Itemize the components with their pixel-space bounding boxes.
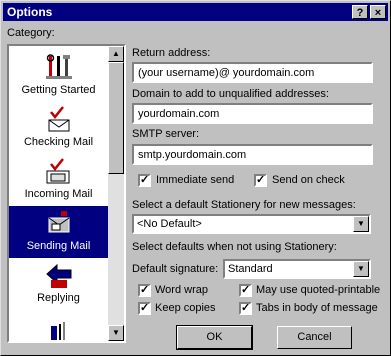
domain-label: Domain to add to unqualified addresses: <box>132 88 329 100</box>
category-item-getting-started[interactable]: Getting Started <box>9 50 108 102</box>
return-address-field[interactable]: (your username)@ yourdomain.com <box>132 62 373 83</box>
check-mail-icon <box>48 106 70 132</box>
smtp-label: SMTP server: <box>132 128 200 140</box>
word-wrap-checkbox[interactable]: ✓ <box>138 284 151 297</box>
cancel-button[interactable]: Cancel <box>277 326 352 349</box>
category-list[interactable]: Getting Started Checking Mail Incoming M… <box>7 44 126 343</box>
category-item-label: Getting Started <box>21 84 96 96</box>
category-item-incoming-mail[interactable]: Incoming Mail <box>9 154 108 206</box>
chevron-down-icon[interactable]: ▼ <box>353 261 369 277</box>
word-wrap-label[interactable]: Word wrap <box>155 284 208 296</box>
keep-copies-label[interactable]: Keep copies <box>155 302 216 314</box>
scroll-thumb[interactable] <box>108 62 124 174</box>
no-stationery-label: Select defaults when not using Stationer… <box>132 241 337 253</box>
window-title: Options <box>7 5 53 19</box>
send-on-check-checkbox[interactable]: ✓ <box>254 174 267 187</box>
category-item-partial[interactable] <box>9 310 108 341</box>
category-label: Category: <box>7 27 55 39</box>
close-button[interactable]: × <box>370 5 386 19</box>
signature-label: Default signature: <box>132 263 219 275</box>
category-item-label: Checking Mail <box>23 136 94 148</box>
immediate-send-label[interactable]: Immediate send <box>156 174 234 186</box>
signature-value: Standard <box>228 263 273 275</box>
help-button[interactable]: ? <box>352 5 368 19</box>
scroll-up-icon[interactable]: ▲ <box>108 46 124 62</box>
send-on-check-label[interactable]: Send on check <box>272 174 345 186</box>
immediate-send-checkbox[interactable]: ✓ <box>138 174 151 187</box>
category-item-sending-mail[interactable]: Sending Mail <box>9 206 108 258</box>
partial-icon <box>51 322 65 340</box>
category-item-checking-mail[interactable]: Checking Mail <box>9 102 108 154</box>
quoted-printable-label[interactable]: May use quoted-printable <box>256 284 380 296</box>
domain-field[interactable]: yourdomain.com <box>132 103 373 124</box>
tabs-in-body-label[interactable]: Tabs in body of message <box>256 302 378 314</box>
options-dialog: Options ? × Category: Getting Started Ch… <box>0 0 391 356</box>
keep-copies-checkbox[interactable]: ✓ <box>138 302 151 315</box>
signature-select[interactable]: Standard ▼ <box>223 259 371 279</box>
stationery-label: Select a default Stationery for new mess… <box>132 199 356 211</box>
title-bar: Options ? × <box>3 3 388 21</box>
stationery-select[interactable]: <No Default> ▼ <box>132 214 371 234</box>
ok-button[interactable]: OK <box>176 325 253 350</box>
incoming-mail-icon <box>46 158 70 184</box>
tabs-in-body-checkbox[interactable]: ✓ <box>239 302 252 315</box>
quoted-printable-checkbox[interactable]: ✓ <box>239 284 252 297</box>
tools-icon <box>46 54 72 79</box>
chevron-down-icon[interactable]: ▼ <box>353 216 369 232</box>
category-item-label: Incoming Mail <box>24 188 93 200</box>
category-scrollbar[interactable]: ▲ ▼ <box>108 46 124 341</box>
category-item-replying[interactable]: Replying <box>9 258 108 310</box>
category-item-label: Replying <box>37 292 80 304</box>
stationery-value: <No Default> <box>137 218 202 230</box>
smtp-field[interactable]: smtp.yourdomain.com <box>132 144 373 165</box>
reply-icon <box>46 263 72 288</box>
category-item-label: Sending Mail <box>26 240 91 252</box>
scroll-down-icon[interactable]: ▼ <box>108 325 124 341</box>
sending-mail-icon <box>48 211 70 233</box>
return-address-label: Return address: <box>132 47 211 59</box>
